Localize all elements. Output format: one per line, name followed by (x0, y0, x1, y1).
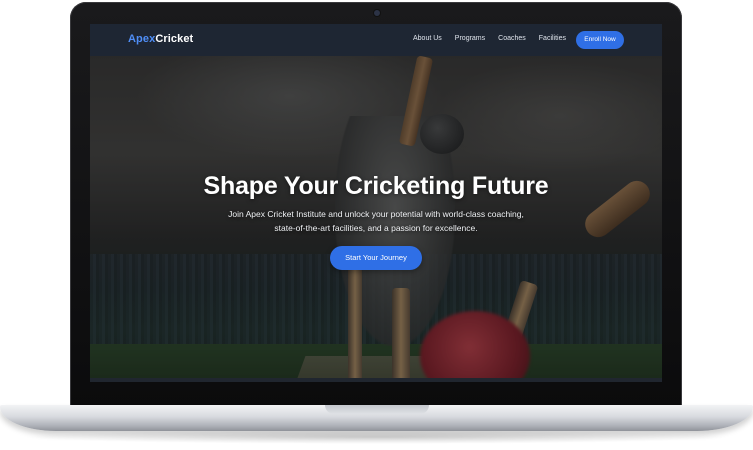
laptop-mockup: ApexCricket About Us Programs Coaches Fa… (0, 0, 753, 450)
logo-apex: Apex (128, 33, 156, 45)
nav-link-about-us[interactable]: About Us (413, 35, 442, 42)
hero-subtitle-line: Join Apex Cricket Institute and unlock y… (228, 209, 524, 219)
start-journey-button[interactable]: Start Your Journey (330, 246, 422, 270)
nav-link-programs[interactable]: Programs (455, 35, 485, 42)
site-logo[interactable]: ApexCricket (128, 33, 193, 45)
laptop-base-notch (325, 405, 429, 414)
nav-link-facilities[interactable]: Facilities (539, 35, 566, 42)
webcam-icon (374, 10, 380, 16)
laptop-shadow (20, 430, 733, 444)
site-navbar: ApexCricket About Us Programs Coaches Fa… (90, 24, 662, 56)
screen-bottom-strip (90, 378, 662, 382)
hero-section: Shape Your Cricketing Future Join Apex C… (90, 56, 662, 378)
nav-link-coaches[interactable]: Coaches (498, 35, 526, 42)
hero-subtitle: Join Apex Cricket Institute and unlock y… (90, 207, 662, 235)
nav-links: About Us Programs Coaches Facilities (413, 35, 579, 42)
hero-title: Shape Your Cricketing Future (203, 172, 549, 200)
logo-cricket: Cricket (155, 33, 194, 45)
hero-content: Shape Your Cricketing Future Join Apex C… (90, 172, 662, 270)
laptop-screen: ApexCricket About Us Programs Coaches Fa… (90, 24, 662, 382)
enroll-now-button[interactable]: Enroll Now (576, 31, 624, 49)
hero-subtitle-line: state-of-the-art facilities, and a passi… (274, 223, 478, 233)
